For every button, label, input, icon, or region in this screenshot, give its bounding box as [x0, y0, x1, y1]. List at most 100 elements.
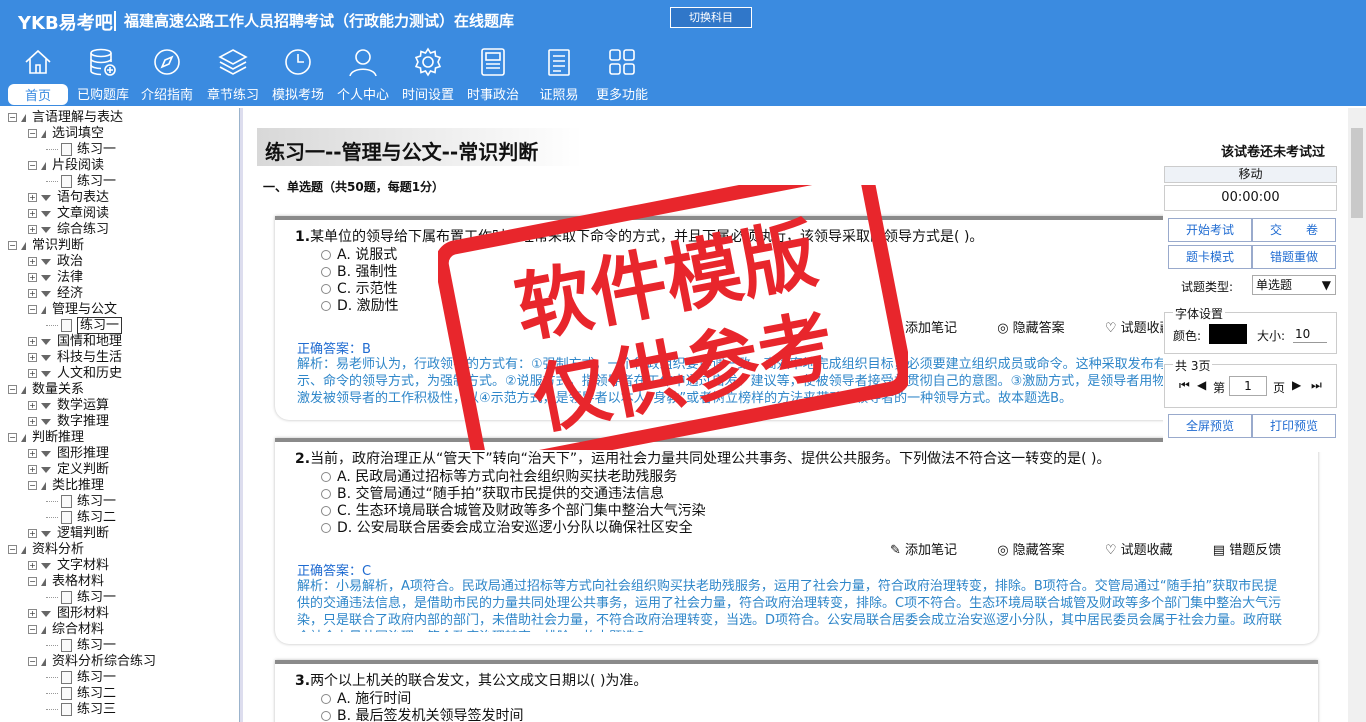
nav-time-settings[interactable]: 时间设置 [399, 46, 457, 104]
collapse-icon[interactable]: − [28, 577, 37, 586]
tree-node[interactable]: + 逻辑判断 [28, 526, 109, 542]
collapse-icon[interactable]: − [28, 161, 37, 170]
tree-node[interactable]: + 科技与生活 [28, 350, 122, 366]
radio-button[interactable] [321, 301, 331, 311]
option-b[interactable]: B. 最后签发机关领导签发时间 [321, 705, 524, 722]
tree-node[interactable]: − 管理与公文 [28, 302, 117, 318]
tree-node[interactable]: + 语句表达 [28, 190, 109, 206]
tree-leaf-item[interactable]: 练习一 [46, 142, 116, 158]
tree-node[interactable]: + 数字推理 [28, 414, 109, 430]
expand-icon[interactable]: + [28, 561, 37, 570]
card-mode-button[interactable]: 题卡模式 [1168, 245, 1252, 269]
radio-button[interactable] [321, 711, 331, 721]
nav-chapter-practice[interactable]: 章节练习 [204, 46, 262, 104]
collapse-icon[interactable]: − [8, 433, 17, 442]
question-type-select[interactable]: 单选题 ▼ [1252, 275, 1336, 295]
font-color-swatch[interactable] [1209, 324, 1247, 344]
switch-subject-button[interactable]: 切换科目 [670, 7, 752, 28]
tree-node[interactable]: + 经济 [28, 286, 83, 302]
tree-node[interactable]: − 言语理解与表达 [8, 110, 123, 126]
radio-button[interactable] [321, 694, 331, 704]
main-scrollbar[interactable] [1348, 108, 1366, 722]
tree-node[interactable]: + 数学运算 [28, 398, 109, 414]
tree-node[interactable]: + 定义判断 [28, 462, 109, 478]
collapse-icon[interactable]: − [8, 545, 17, 554]
tree-node[interactable]: − 类比推理 [28, 478, 104, 494]
tree-node[interactable]: − 表格材料 [28, 574, 104, 590]
expand-icon[interactable]: + [28, 417, 37, 426]
hide-answer-button[interactable]: ◎ 隐藏答案 [997, 543, 1083, 558]
radio-button[interactable] [321, 267, 331, 277]
expand-icon[interactable]: + [28, 289, 37, 298]
collapse-icon[interactable]: − [8, 241, 17, 250]
tree-node[interactable]: + 国情和地理 [28, 334, 122, 350]
nav-mock-exam[interactable]: 模拟考场 [269, 46, 327, 104]
tree-leaf-item[interactable]: 练习一 [46, 590, 116, 606]
last-page-icon[interactable]: ⏭ [1311, 378, 1322, 393]
print-preview-button[interactable]: 打印预览 [1252, 414, 1336, 438]
nav-certificate[interactable]: 证照易 [530, 46, 588, 104]
expand-icon[interactable]: + [28, 353, 37, 362]
tree-leaf-item[interactable]: 练习一 [46, 174, 116, 190]
next-page-icon[interactable]: ▶ [1292, 378, 1301, 392]
expand-icon[interactable]: + [28, 193, 37, 202]
tree-leaf-item[interactable]: 练习二 [46, 510, 116, 526]
expand-icon[interactable]: + [28, 465, 37, 474]
page-input[interactable]: 1 [1229, 376, 1267, 396]
expand-icon[interactable]: + [28, 401, 37, 410]
add-note-button[interactable]: ✎ 添加笔记 [890, 543, 975, 558]
tree-node[interactable]: + 文字材料 [28, 558, 109, 574]
tree-node[interactable]: + 综合练习 [28, 222, 109, 238]
tree-leaf-item[interactable]: 练习一 [46, 670, 116, 686]
tree-node[interactable]: − 常识判断 [8, 238, 84, 254]
first-page-icon[interactable]: ⏮ [1179, 378, 1190, 393]
expand-icon[interactable]: + [28, 369, 37, 378]
tree-node[interactable]: − 综合材料 [28, 622, 104, 638]
expand-icon[interactable]: + [28, 209, 37, 218]
tree-node[interactable]: − 数量关系 [8, 382, 84, 398]
radio-button[interactable] [321, 472, 331, 482]
scrollbar-thumb[interactable] [1351, 128, 1363, 218]
collapse-icon[interactable]: − [28, 625, 37, 634]
tree-node[interactable]: − 选词填空 [28, 126, 104, 142]
collapse-icon[interactable]: − [28, 129, 37, 138]
expand-icon[interactable]: + [28, 609, 37, 618]
radio-button[interactable] [321, 250, 331, 260]
add-note-button[interactable]: ✎ 添加笔记 [890, 321, 975, 336]
tree-node[interactable]: + 图形材料 [28, 606, 109, 622]
tree-leaf-item[interactable]: 练习一 [46, 317, 123, 334]
radio-button[interactable] [321, 523, 331, 533]
option-d[interactable]: D. 公安局联合居委会成立治安巡逻小分队以确保社区安全 [321, 517, 693, 537]
tree-node[interactable]: + 政治 [28, 254, 83, 270]
collapse-icon[interactable]: − [28, 305, 37, 314]
expand-icon[interactable]: + [28, 529, 37, 538]
expand-icon[interactable]: + [28, 257, 37, 266]
expand-icon[interactable]: + [28, 273, 37, 282]
radio-button[interactable] [321, 284, 331, 294]
favorite-button[interactable]: ♡ 试题收藏 [1105, 543, 1191, 558]
submit-button[interactable]: 交 卷 [1252, 218, 1336, 242]
tree-leaf-item[interactable]: 练习三 [46, 702, 116, 718]
expand-icon[interactable]: + [28, 225, 37, 234]
move-handle[interactable]: 移动 [1164, 166, 1337, 183]
expand-icon[interactable]: + [28, 337, 37, 346]
collapse-icon[interactable]: − [28, 481, 37, 490]
tree-node[interactable]: + 法律 [28, 270, 83, 286]
font-size-input[interactable]: 10 [1293, 325, 1327, 343]
nav-current-affairs[interactable]: 时事政治 [464, 46, 522, 104]
option-d[interactable]: D. 激励性 [321, 295, 399, 315]
prev-page-icon[interactable]: ◀ [1197, 378, 1206, 392]
start-exam-button[interactable]: 开始考试 [1168, 218, 1252, 242]
tree-node[interactable]: + 图形推理 [28, 446, 109, 462]
collapse-icon[interactable]: − [8, 113, 17, 122]
nav-purchased[interactable]: 已购题库 [74, 46, 132, 104]
nav-more[interactable]: 更多功能 [593, 46, 651, 104]
wrong-redo-button[interactable]: 错题重做 [1252, 245, 1336, 269]
feedback-button[interactable]: ▤ 错题反馈 [1213, 543, 1299, 558]
fullscreen-preview-button[interactable]: 全屏预览 [1168, 414, 1252, 438]
nav-guide[interactable]: 介绍指南 [138, 46, 196, 104]
tree-node[interactable]: + 人文和历史 [28, 366, 122, 382]
hide-answer-button[interactable]: ◎ 隐藏答案 [997, 321, 1083, 336]
expand-icon[interactable]: + [28, 449, 37, 458]
tree-leaf-item[interactable]: 练习二 [46, 686, 116, 702]
